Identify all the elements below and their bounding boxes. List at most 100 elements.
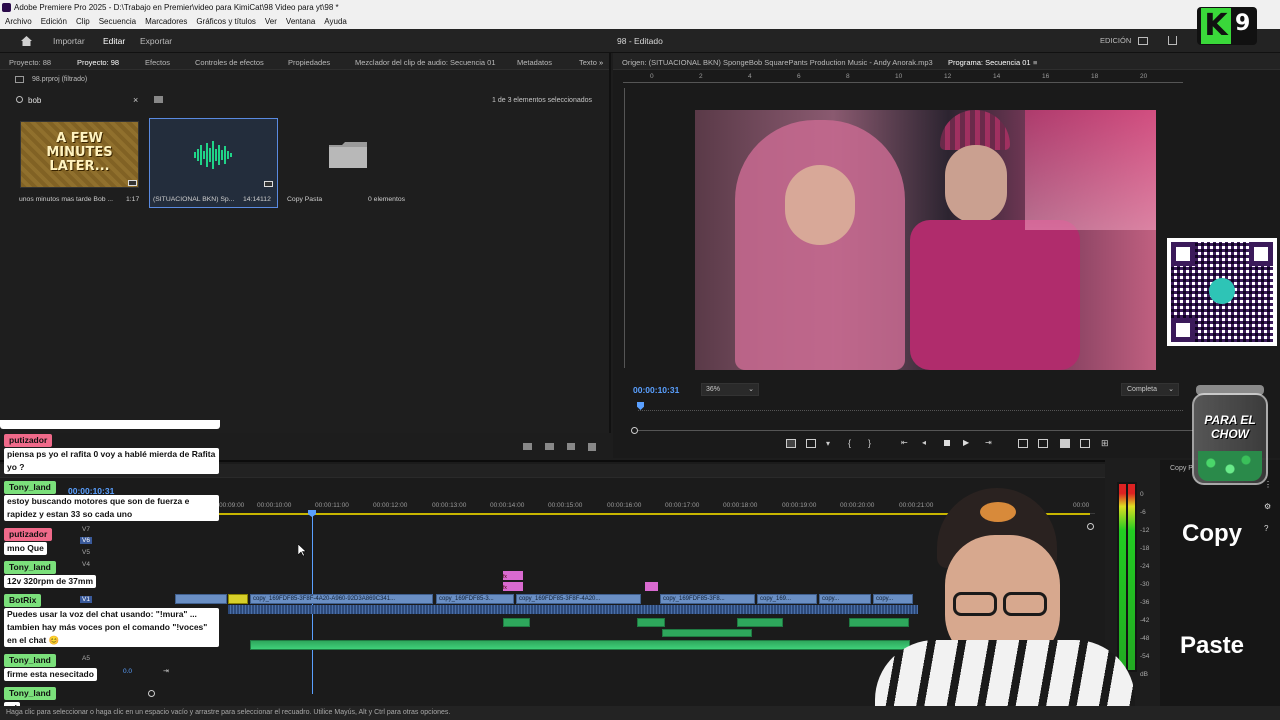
video-clip[interactable] (175, 594, 227, 604)
monitor-tabs: Origen: (SITUACIONAL BKN) SpongeBob Squa… (613, 53, 1280, 70)
tab-proyecto-98[interactable]: Proyecto: 98 (77, 58, 119, 67)
menu-secuencia[interactable]: Secuencia (99, 15, 136, 29)
menu-clip[interactable]: Clip (76, 15, 90, 29)
zoom-select[interactable]: 36% ⌄ (701, 383, 759, 396)
share-icon[interactable] (1168, 36, 1177, 45)
clip-name: (SITUACIONAL BKN) Sp... (153, 196, 235, 203)
audio-clip[interactable] (503, 618, 530, 627)
music-audio-clip[interactable] (250, 640, 910, 650)
fx-clip[interactable]: fx (503, 582, 523, 591)
menu-archivo[interactable]: Archivo (5, 15, 32, 29)
tab-propiedades[interactable]: Propiedades (288, 58, 330, 67)
tip-jar: PARA EL CHOW (1192, 385, 1268, 485)
play-icon[interactable]: ▶ (963, 438, 973, 447)
export-frame-icon[interactable] (1060, 439, 1070, 448)
tab-efectos[interactable]: Efectos (145, 58, 170, 67)
webcam-overlay (875, 480, 1135, 706)
program-timecode[interactable]: 00:00:10:31 (633, 385, 679, 395)
safe-margins-icon[interactable] (806, 439, 816, 448)
timeline-scroll-handle[interactable] (148, 690, 155, 697)
step-back-icon[interactable]: ◂ (922, 438, 932, 447)
new-bin-icon[interactable] (154, 96, 163, 103)
tab-proyecto-88[interactable]: Proyecto: 88 (9, 58, 51, 67)
freeform-view-icon[interactable] (523, 443, 532, 450)
scrub-start-handle[interactable] (631, 427, 638, 434)
new-bin-icon[interactable] (545, 443, 554, 450)
tab-exportar[interactable]: Exportar (140, 36, 172, 46)
status-hint: Haga clic para seleccionar o haga clic e… (6, 709, 451, 716)
fx-clip[interactable]: fx (503, 571, 523, 580)
trash-icon[interactable] (588, 443, 596, 451)
master-level[interactable]: 0.0 (123, 668, 132, 675)
extract-icon[interactable] (1038, 439, 1048, 448)
source-tab[interactable]: Origen: (SITUACIONAL BKN) SpongeBob Squa… (622, 58, 933, 67)
video-clip-yellow[interactable] (228, 594, 248, 604)
add-button-icon[interactable]: ⊞ (1101, 438, 1111, 448)
lift-icon[interactable] (1018, 439, 1028, 448)
menu-marcadores[interactable]: Marcadores (145, 15, 187, 29)
home-icon[interactable] (20, 35, 33, 47)
program-tab[interactable]: Programa: Secuencia 01 (948, 58, 1031, 67)
audio-clip[interactable] (737, 618, 783, 627)
track-label-target[interactable]: V1 (80, 596, 92, 603)
video-clip[interactable]: copy_169FDF85-3F8... (660, 594, 755, 604)
menu-bar: Archivo Edición Clip Secuencia Marcadore… (0, 15, 1280, 29)
mark-in-icon[interactable]: { (848, 438, 858, 448)
clear-search-icon[interactable]: × (133, 95, 138, 105)
video-clip[interactable]: copy_169FDF85-3F8F-4A20... (516, 594, 641, 604)
end-icon[interactable]: ⇥ (163, 667, 169, 675)
document-title: 98 - Editado (617, 36, 663, 46)
go-to-out-icon[interactable]: ⇥ (985, 438, 995, 447)
quality-select[interactable]: Completa ⌄ (1121, 383, 1179, 396)
tab-texto[interactable]: Texto (579, 58, 597, 67)
stop-icon[interactable] (944, 440, 950, 446)
track-label-target[interactable]: V6 (80, 537, 92, 544)
compare-icon[interactable] (1080, 439, 1090, 448)
tab-mezclador[interactable]: Mezclador del clip de audio: Secuencia 0… (355, 58, 496, 67)
project-search-input[interactable] (28, 94, 128, 106)
fx-clip[interactable] (645, 582, 658, 591)
menu-icon[interactable]: ≡ (1033, 58, 1037, 67)
copy-button[interactable]: Copy (1162, 520, 1262, 548)
menu-edicion[interactable]: Edición (41, 15, 67, 29)
video-clip[interactable]: copy... (819, 594, 871, 604)
chat-username: Tony_land (4, 481, 56, 494)
video-clip[interactable]: copy_169... (757, 594, 817, 604)
menu-ayuda[interactable]: Ayuda (324, 15, 347, 29)
menu-ver[interactable]: Ver (265, 15, 277, 29)
tab-metadatos[interactable]: Metadatos (517, 58, 552, 67)
tab-controles-efectos[interactable]: Controles de efectos (195, 58, 264, 67)
marker-icon[interactable] (786, 439, 796, 448)
menu-ventana[interactable]: Ventana (286, 15, 315, 29)
chat-username: putizador (4, 528, 53, 541)
video-clip[interactable]: copy_169FDF85-3... (436, 594, 514, 604)
chat-username: Tony_land (4, 687, 56, 700)
gear-icon[interactable]: ⚙ (1264, 502, 1271, 511)
paste-button[interactable]: Paste (1162, 632, 1262, 660)
workspace-mode[interactable]: EDICIÓN (1100, 36, 1131, 45)
audio-clip-item-selected[interactable] (149, 118, 278, 208)
track-label: V5 (82, 549, 90, 556)
clip-thumbnail-minutes-later[interactable]: A FEW MINUTES LATER... (20, 121, 139, 188)
mark-out-icon[interactable]: } (868, 438, 878, 448)
glasses-right (1003, 592, 1047, 616)
timeline-playhead[interactable] (312, 514, 313, 694)
playhead-handle[interactable] (308, 510, 316, 517)
tab-importar[interactable]: Importar (53, 36, 85, 46)
scrub-bar[interactable] (638, 430, 1193, 431)
tab-editar[interactable]: Editar (103, 36, 125, 46)
folder-icon[interactable] (328, 141, 368, 169)
more-tabs-icon[interactable]: » (599, 58, 603, 67)
video-clip[interactable]: copy_169FDF85-3F8F-4A20-A960-92D3A869C34… (250, 594, 433, 604)
menu-graficos[interactable]: Gráficos y títulos (196, 15, 256, 29)
panel-layout-icon[interactable] (1138, 37, 1148, 45)
qr-finder (1171, 242, 1195, 266)
audio-waveform-strip[interactable] (228, 605, 918, 614)
audio-clip[interactable] (662, 629, 752, 637)
go-to-in-icon[interactable]: ⇤ (901, 438, 911, 447)
zoom-value: 36% (706, 386, 721, 393)
add-marker-icon[interactable]: ▾ (826, 439, 836, 448)
new-item-icon[interactable] (567, 443, 575, 450)
help-icon[interactable]: ? (1264, 524, 1268, 533)
audio-clip[interactable] (637, 618, 665, 627)
